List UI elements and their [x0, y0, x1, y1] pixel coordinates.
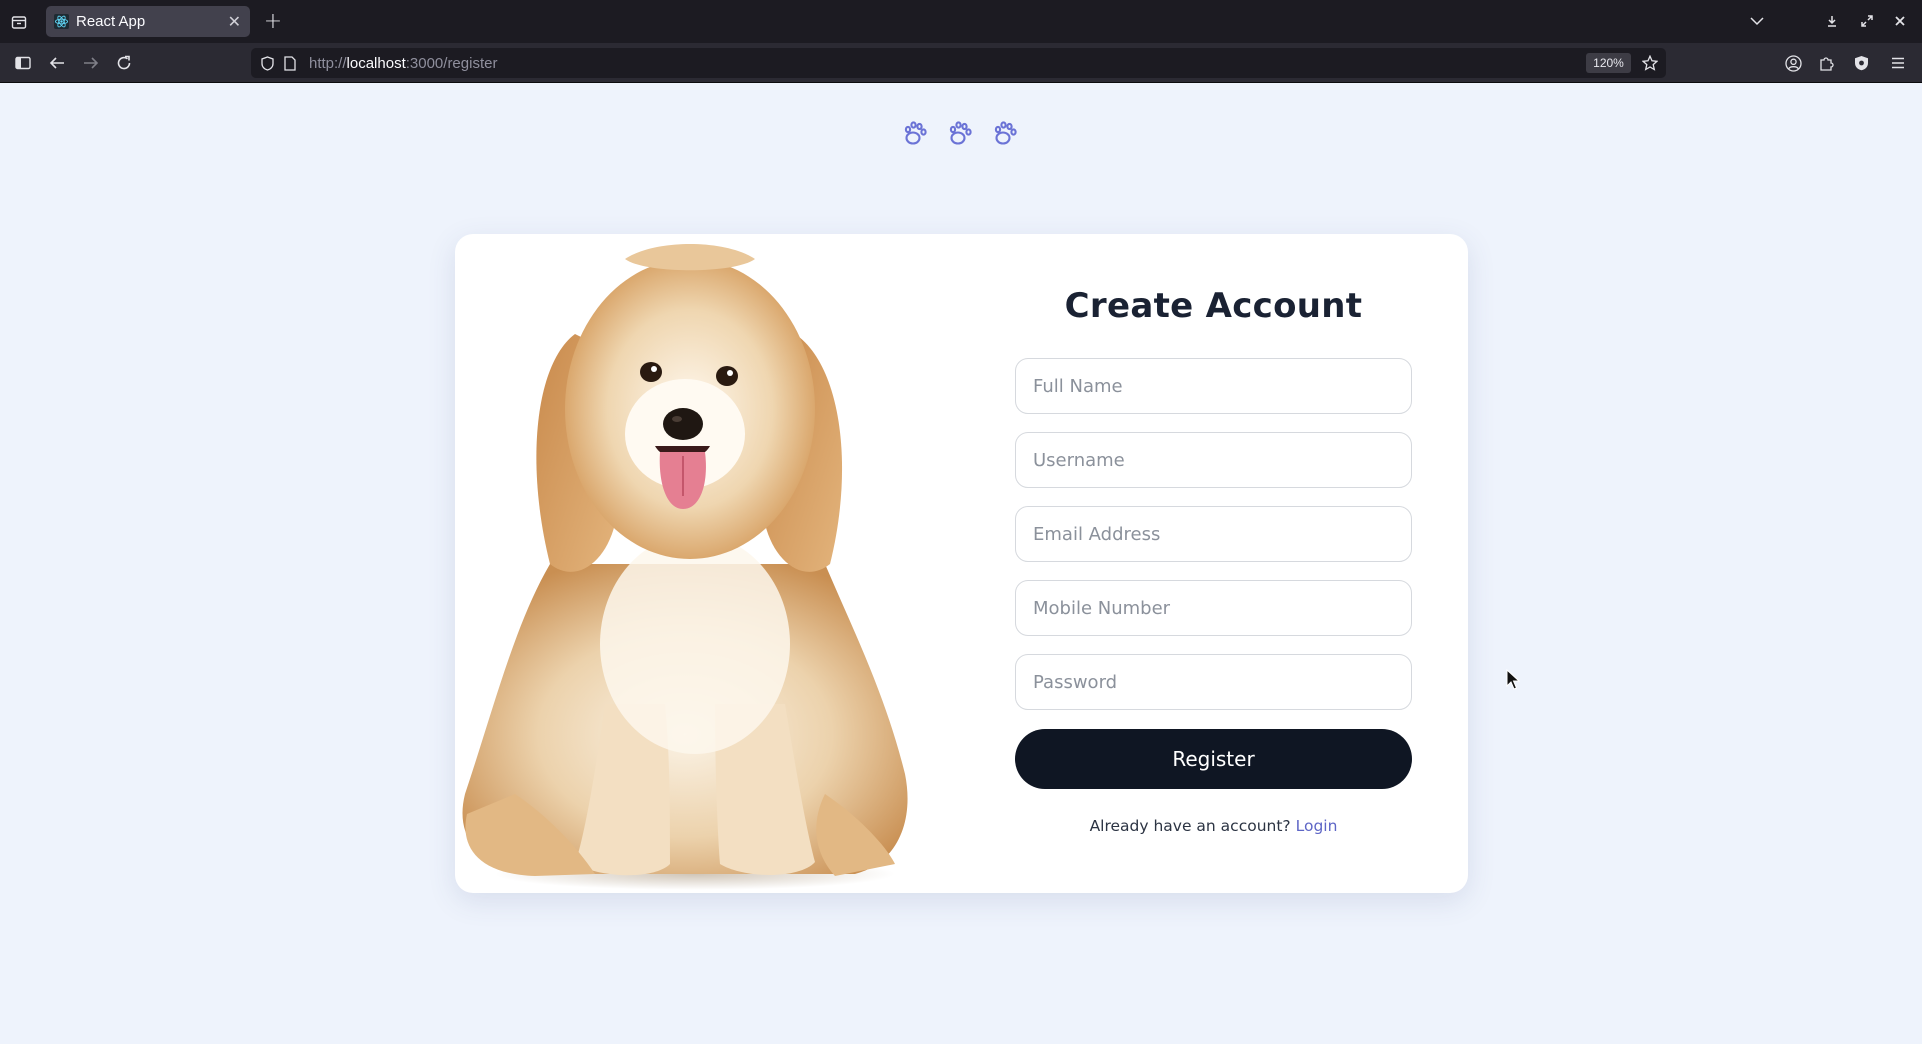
browser-navigation-bar: http://localhost:3000/register 120%: [0, 43, 1922, 83]
reload-icon[interactable]: [113, 52, 135, 74]
username-field[interactable]: [1015, 432, 1412, 488]
paw-prints-decoration: [901, 118, 1021, 148]
login-link[interactable]: Login: [1296, 817, 1338, 835]
forward-arrow-icon[interactable]: [80, 52, 102, 74]
url-text: http://localhost:3000/register: [309, 55, 497, 72]
address-bar[interactable]: http://localhost:3000/register 120%: [251, 48, 1666, 78]
login-prompt: Already have an account? Login: [1015, 817, 1412, 835]
zoom-level-badge[interactable]: 120%: [1586, 53, 1631, 73]
email-field[interactable]: [1015, 506, 1412, 562]
restore-window-icon[interactable]: [1856, 10, 1878, 32]
full-name-field[interactable]: [1015, 358, 1412, 414]
list-all-tabs-icon[interactable]: [1746, 10, 1768, 32]
minimize-window-icon[interactable]: [1821, 10, 1843, 32]
close-tab-icon[interactable]: ✕: [228, 12, 241, 31]
sidebar-toggle-icon[interactable]: [12, 52, 34, 74]
tab-overview-icon[interactable]: [8, 11, 30, 33]
dog-illustration: [455, 234, 935, 893]
mobile-number-field[interactable]: [1015, 580, 1412, 636]
browser-tab-bar: React App ✕ +: [0, 0, 1922, 43]
tracking-protection-shield-icon[interactable]: [259, 55, 275, 71]
url-path: :3000/register: [405, 55, 498, 72]
privacy-extension-icon[interactable]: [1850, 52, 1872, 74]
register-button[interactable]: Register: [1015, 729, 1412, 789]
browser-tab-active[interactable]: React App ✕: [46, 6, 250, 37]
mouse-pointer-icon: [1506, 669, 1520, 690]
bookmark-star-icon[interactable]: [1641, 54, 1659, 72]
react-logo-icon: [54, 14, 69, 29]
extensions-puzzle-icon[interactable]: [1816, 52, 1838, 74]
url-host: localhost: [346, 55, 406, 72]
form-title: Create Account: [1064, 286, 1363, 326]
paw-icon: [994, 121, 1017, 145]
hamburger-menu-icon[interactable]: [1887, 52, 1909, 74]
account-icon[interactable]: [1782, 52, 1804, 74]
close-window-icon[interactable]: [1889, 10, 1911, 32]
register-card: Create Account Register Already have an …: [455, 234, 1468, 893]
page-info-icon[interactable]: [282, 55, 298, 71]
paw-icon: [904, 121, 927, 145]
new-tab-button[interactable]: +: [262, 9, 284, 34]
password-field[interactable]: [1015, 654, 1412, 710]
login-prompt-text: Already have an account?: [1089, 817, 1291, 835]
paw-icon: [949, 121, 972, 145]
tab-title: React App: [76, 13, 146, 30]
back-arrow-icon[interactable]: [46, 52, 68, 74]
url-scheme: http://: [309, 55, 347, 72]
